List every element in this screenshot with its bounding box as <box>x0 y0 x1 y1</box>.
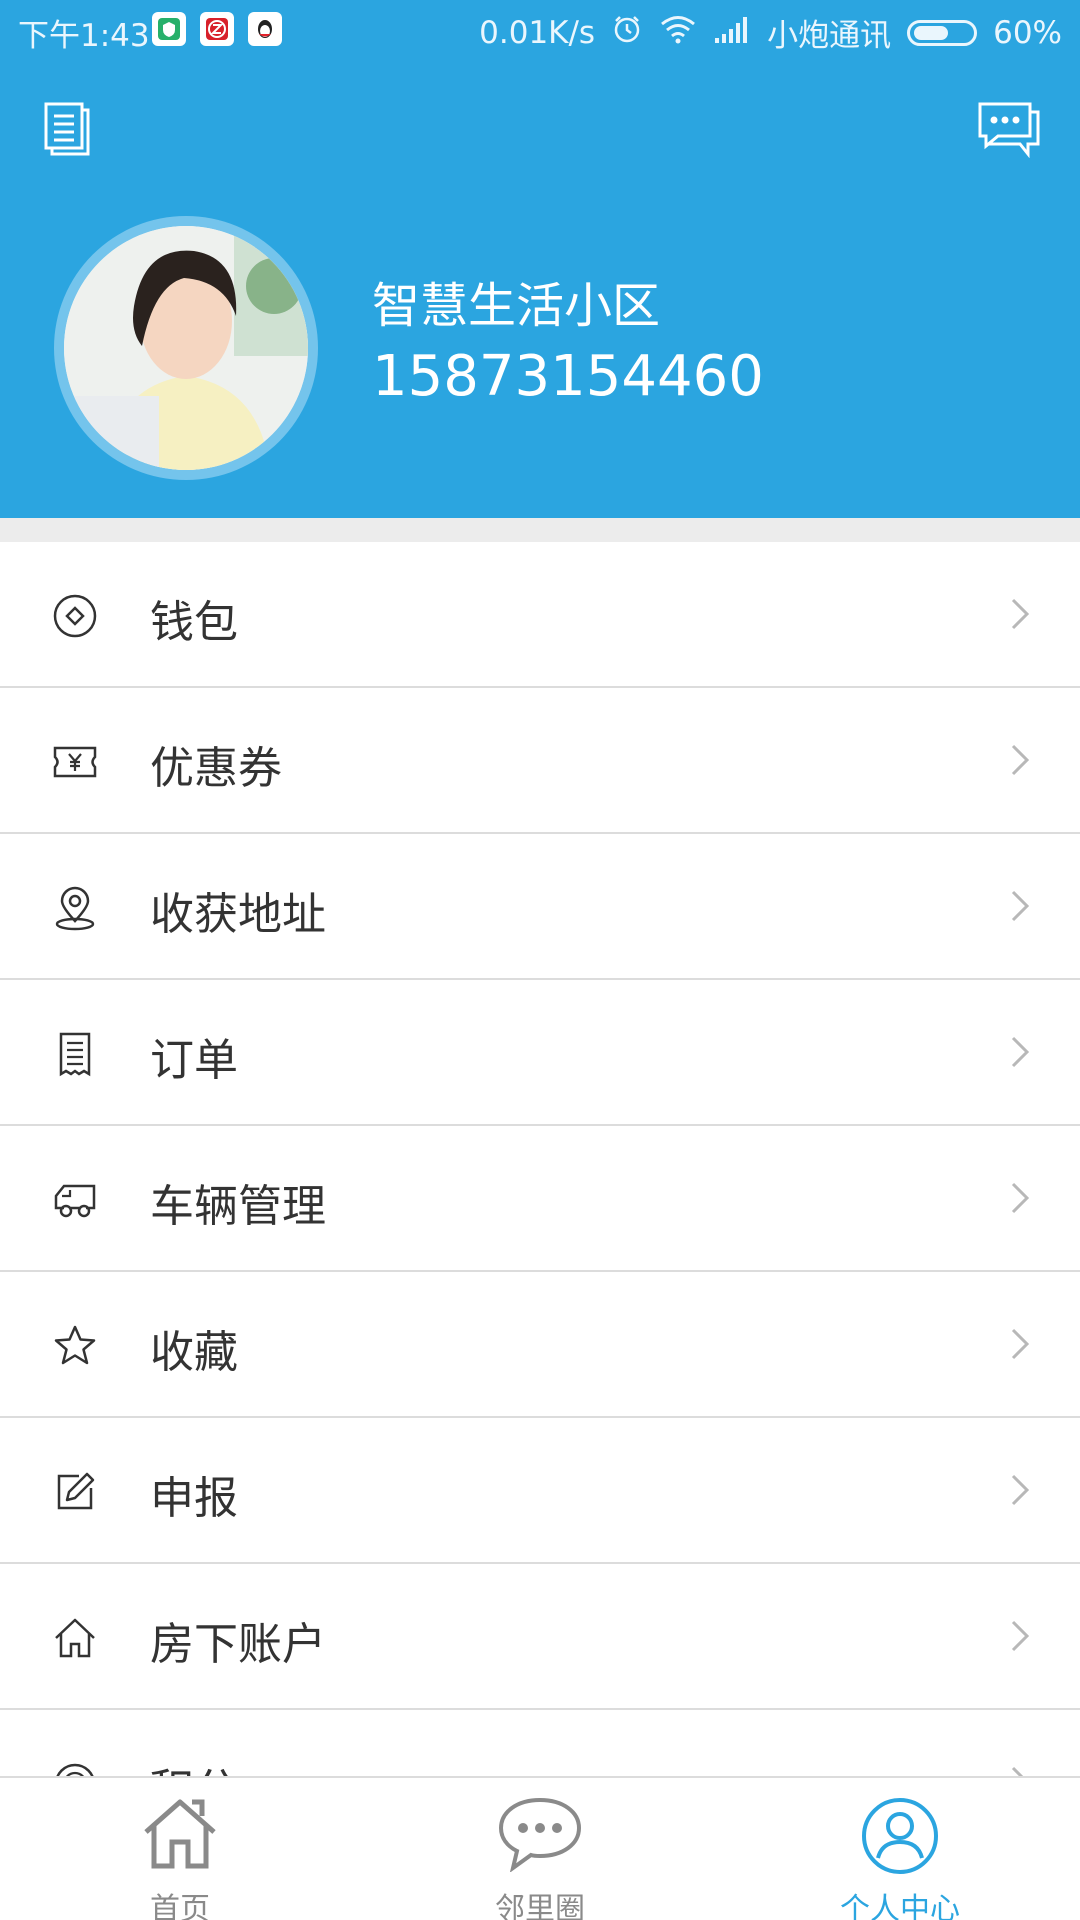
wifi-icon <box>659 14 697 52</box>
chevron-right-icon <box>1010 1473 1030 1511</box>
chevron-right-icon <box>1010 597 1030 635</box>
menu-item-vehicles[interactable]: 车辆管理 <box>0 1126 1080 1272</box>
chat-tab-icon <box>360 1796 720 1872</box>
chevron-right-icon <box>1010 1619 1030 1657</box>
security-app-icon <box>152 12 186 46</box>
menu-label: 积分 <box>150 1754 238 1776</box>
coupon-icon <box>50 740 100 784</box>
chevron-right-icon <box>1010 1181 1030 1219</box>
chevron-right-icon <box>1010 889 1030 927</box>
menu-list: 钱包 优惠券 收获地址 订单 车辆管理 收藏 申报 房下账户 <box>0 542 1080 1776</box>
bottom-tab-bar: 首页 邻里圈 个人中心 <box>0 1776 1080 1920</box>
tab-neighborhood[interactable]: 邻里圈 <box>360 1778 720 1920</box>
document-list-icon[interactable] <box>44 100 94 162</box>
menu-label: 优惠券 <box>150 743 282 794</box>
chevron-right-icon <box>1010 1327 1030 1365</box>
menu-item-house-account[interactable]: 房下账户 <box>0 1564 1080 1710</box>
menu-label: 房下账户 <box>150 1619 326 1670</box>
location-pin-icon <box>50 886 100 931</box>
tab-home[interactable]: 首页 <box>0 1778 360 1920</box>
user-name: 智慧生活小区 <box>372 278 661 334</box>
chevron-right-icon <box>1010 1035 1030 1073</box>
signal-icon <box>713 14 751 52</box>
z-app-icon <box>200 12 234 46</box>
order-receipt-icon <box>50 1032 100 1077</box>
section-divider <box>0 518 1080 542</box>
status-bar: 下午1:43 0.01K/s 小炮通讯 60% <box>0 0 1080 60</box>
carrier-name: 小炮通讯 <box>767 18 892 54</box>
menu-label: 订单 <box>150 1035 238 1086</box>
points-icon <box>50 1762 100 1776</box>
chevron-right-icon <box>1010 1765 1030 1776</box>
menu-item-wallet[interactable]: 钱包 <box>0 542 1080 688</box>
tab-label: 邻里圈 <box>495 1892 585 1920</box>
user-tab-icon <box>720 1796 1080 1876</box>
menu-label: 钱包 <box>150 597 238 648</box>
tab-profile[interactable]: 个人中心 <box>720 1778 1080 1920</box>
menu-label: 申报 <box>150 1473 238 1524</box>
status-right: 0.01K/s 小炮通讯 60% <box>479 10 1062 55</box>
qq-app-icon <box>248 12 282 46</box>
star-icon <box>50 1324 100 1368</box>
tab-label: 个人中心 <box>840 1892 960 1920</box>
avatar <box>64 226 308 470</box>
home-icon <box>50 1616 100 1660</box>
menu-item-points[interactable]: 积分 <box>0 1710 1080 1776</box>
profile-header: 下午1:43 0.01K/s 小炮通讯 60% 智慧生活小区 158731544… <box>0 0 1080 518</box>
edit-icon <box>50 1470 100 1514</box>
vehicle-icon <box>50 1178 100 1222</box>
battery-level <box>914 25 949 40</box>
network-speed: 0.01K/s <box>479 14 596 51</box>
wallet-icon <box>50 594 100 638</box>
avatar-ring[interactable] <box>54 216 318 480</box>
menu-label: 收获地址 <box>150 889 326 940</box>
chat-bubbles-icon[interactable] <box>976 100 1042 162</box>
menu-item-coupon[interactable]: 优惠券 <box>0 688 1080 834</box>
alarm-icon <box>611 13 643 53</box>
battery-icon <box>907 19 978 46</box>
screen: 下午1:43 0.01K/s 小炮通讯 60% 智慧生活小区 158731544… <box>0 0 1080 1920</box>
user-phone: 15873154460 <box>372 344 764 409</box>
tab-label: 首页 <box>150 1892 210 1920</box>
chevron-right-icon <box>1010 743 1030 781</box>
menu-item-address[interactable]: 收获地址 <box>0 834 1080 980</box>
home-tab-icon <box>0 1796 360 1872</box>
menu-item-orders[interactable]: 订单 <box>0 980 1080 1126</box>
menu-item-report[interactable]: 申报 <box>0 1418 1080 1564</box>
menu-label: 车辆管理 <box>150 1181 326 1232</box>
menu-item-favorites[interactable]: 收藏 <box>0 1272 1080 1418</box>
battery-percent: 60% <box>993 14 1062 51</box>
menu-label: 收藏 <box>150 1327 238 1378</box>
status-time: 下午1:43 <box>18 18 150 54</box>
